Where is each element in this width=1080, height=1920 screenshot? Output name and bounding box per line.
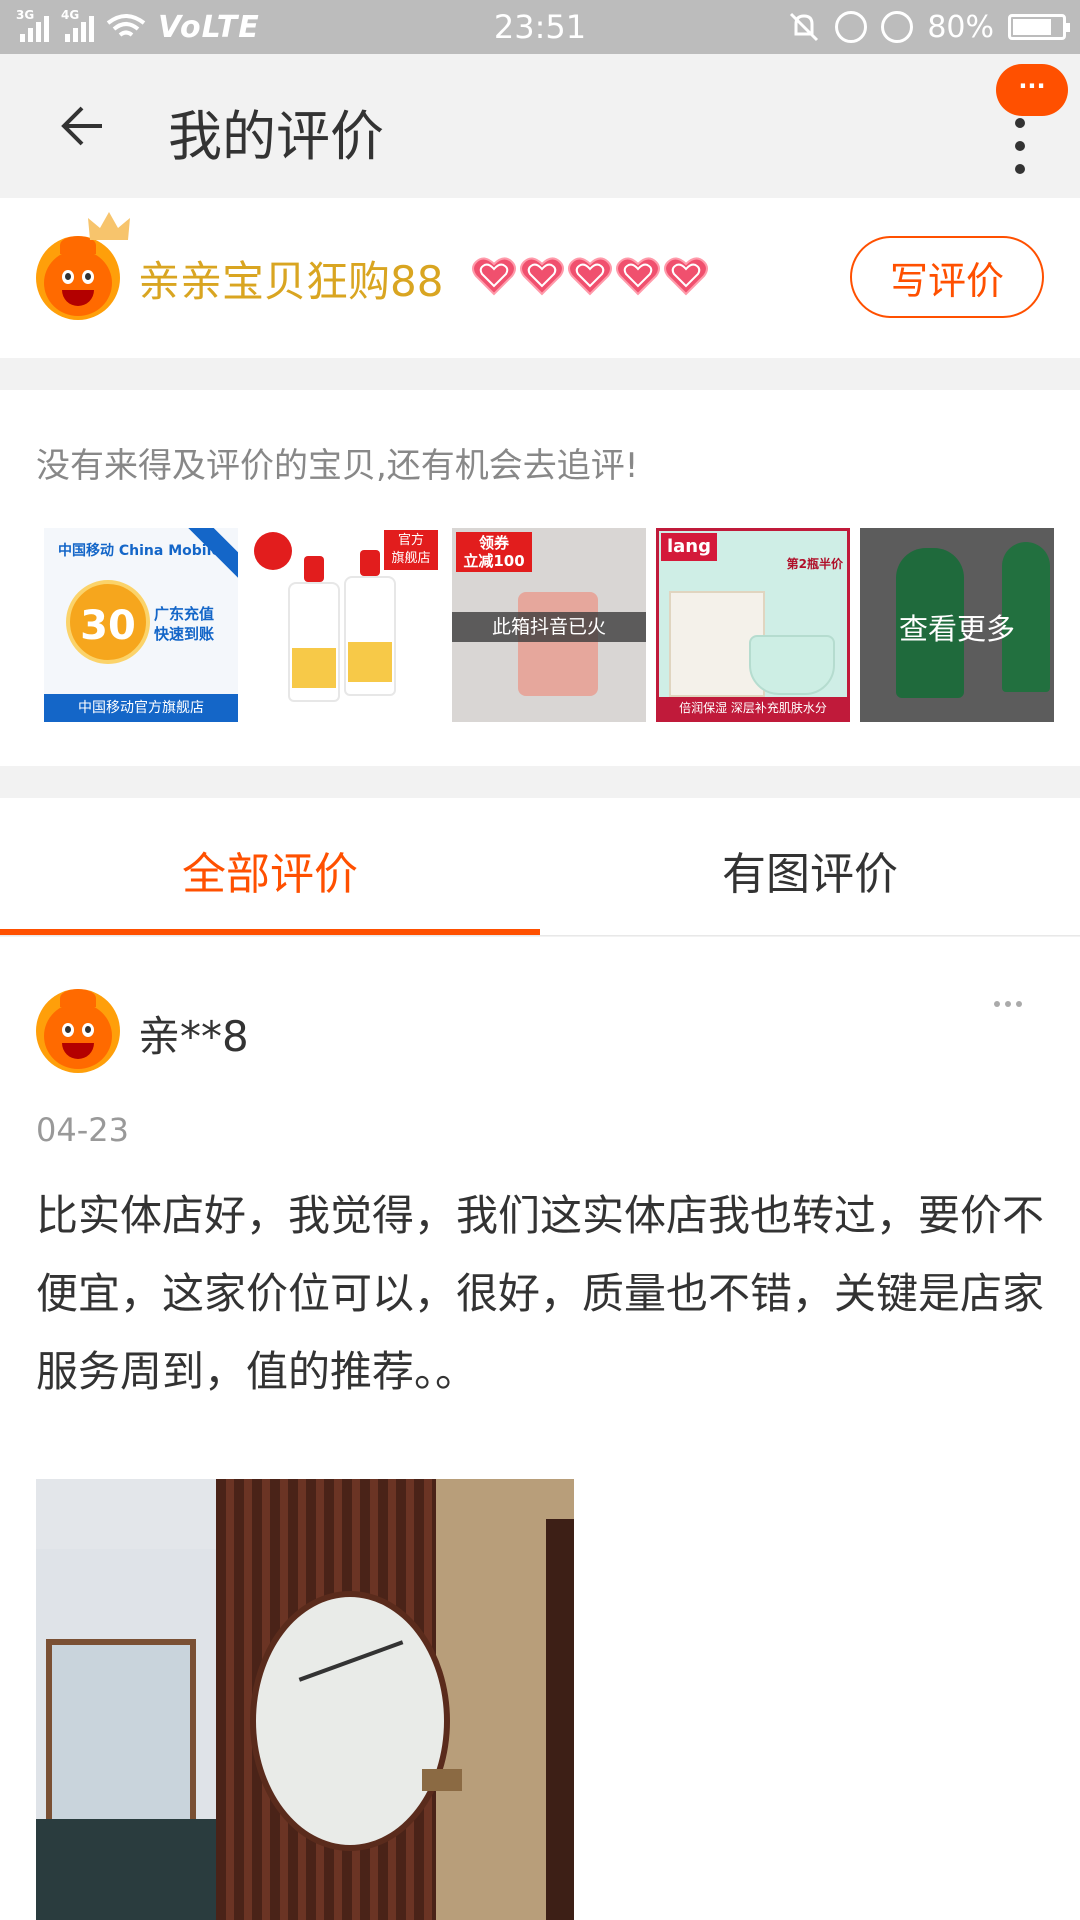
mute-icon	[790, 12, 819, 42]
active-tab-indicator	[0, 929, 540, 935]
pending-item-mobile-recharge[interactable]: 中国移动 China Mobile 30 广东充值 快速到账 中国移动官方旗舰店	[44, 528, 238, 722]
page-title: 我的评价	[168, 105, 384, 168]
heart-icon	[568, 257, 612, 296]
app-header: 我的评价 ···	[0, 54, 1080, 198]
user-card: 亲亲宝贝狂购88 写评价	[0, 198, 1080, 358]
pending-item-luggage[interactable]: 领券 立减100 此箱抖音已火	[452, 528, 646, 722]
user-name: 亲亲宝贝狂购88	[138, 257, 444, 306]
review-photo[interactable]	[36, 1479, 574, 1920]
review-text: 比实体店好，我觉得，我们这实体店我也转过，要价不便宜，这家价位可以，很好，质量也…	[36, 1191, 1045, 1396]
battery-icon	[1008, 14, 1070, 40]
heart-icon	[520, 257, 564, 296]
brand-logo-icon	[254, 532, 292, 570]
battery-percent: 80%	[927, 9, 994, 45]
pending-reviews: 没有来得及评价的宝贝,还有机会去追评! 中国移动 China Mobile 30…	[0, 390, 1080, 766]
tab-image-reviews[interactable]: 有图评价	[540, 838, 1080, 902]
write-review-button[interactable]: 写评价	[850, 236, 1044, 318]
status-bar: 3G 4G VoLTE 23:51 80%	[0, 0, 1080, 54]
review-more-icon[interactable]	[994, 1001, 1022, 1007]
pending-item-cream[interactable]: lang 第2瓶半价 倍润保湿 深层补充肌肤水分	[656, 528, 850, 722]
reviewer-name: 亲**8	[138, 1012, 249, 1061]
pending-item-lotion[interactable]: 官方 旗舰店	[248, 528, 442, 722]
heart-icon	[664, 257, 708, 296]
lock-rotation-icon	[835, 11, 868, 43]
heart-icon	[472, 257, 516, 296]
message-badge[interactable]: ···	[996, 64, 1068, 116]
pending-tip: 没有来得及评价的宝贝,还有机会去追评!	[36, 446, 639, 486]
user-avatar[interactable]	[36, 236, 120, 320]
review-tabs: 全部评价 有图评价	[0, 798, 1080, 936]
crown-icon	[88, 212, 130, 240]
back-arrow-icon[interactable]	[56, 100, 108, 152]
alarm-icon	[881, 11, 914, 43]
reviewer-avatar[interactable]	[36, 989, 120, 1073]
review-date: 04-23	[36, 1111, 129, 1149]
credit-hearts	[470, 254, 710, 298]
view-more-button[interactable]: 查看更多	[860, 528, 1054, 722]
heart-icon	[616, 257, 660, 296]
review-item: 亲**8 04-23 比实体店好，我觉得，我们这实体店我也转过，要价不便宜，这家…	[0, 937, 1080, 1920]
tab-all-reviews[interactable]: 全部评价	[0, 838, 540, 902]
more-options-icon[interactable]	[1012, 118, 1028, 174]
